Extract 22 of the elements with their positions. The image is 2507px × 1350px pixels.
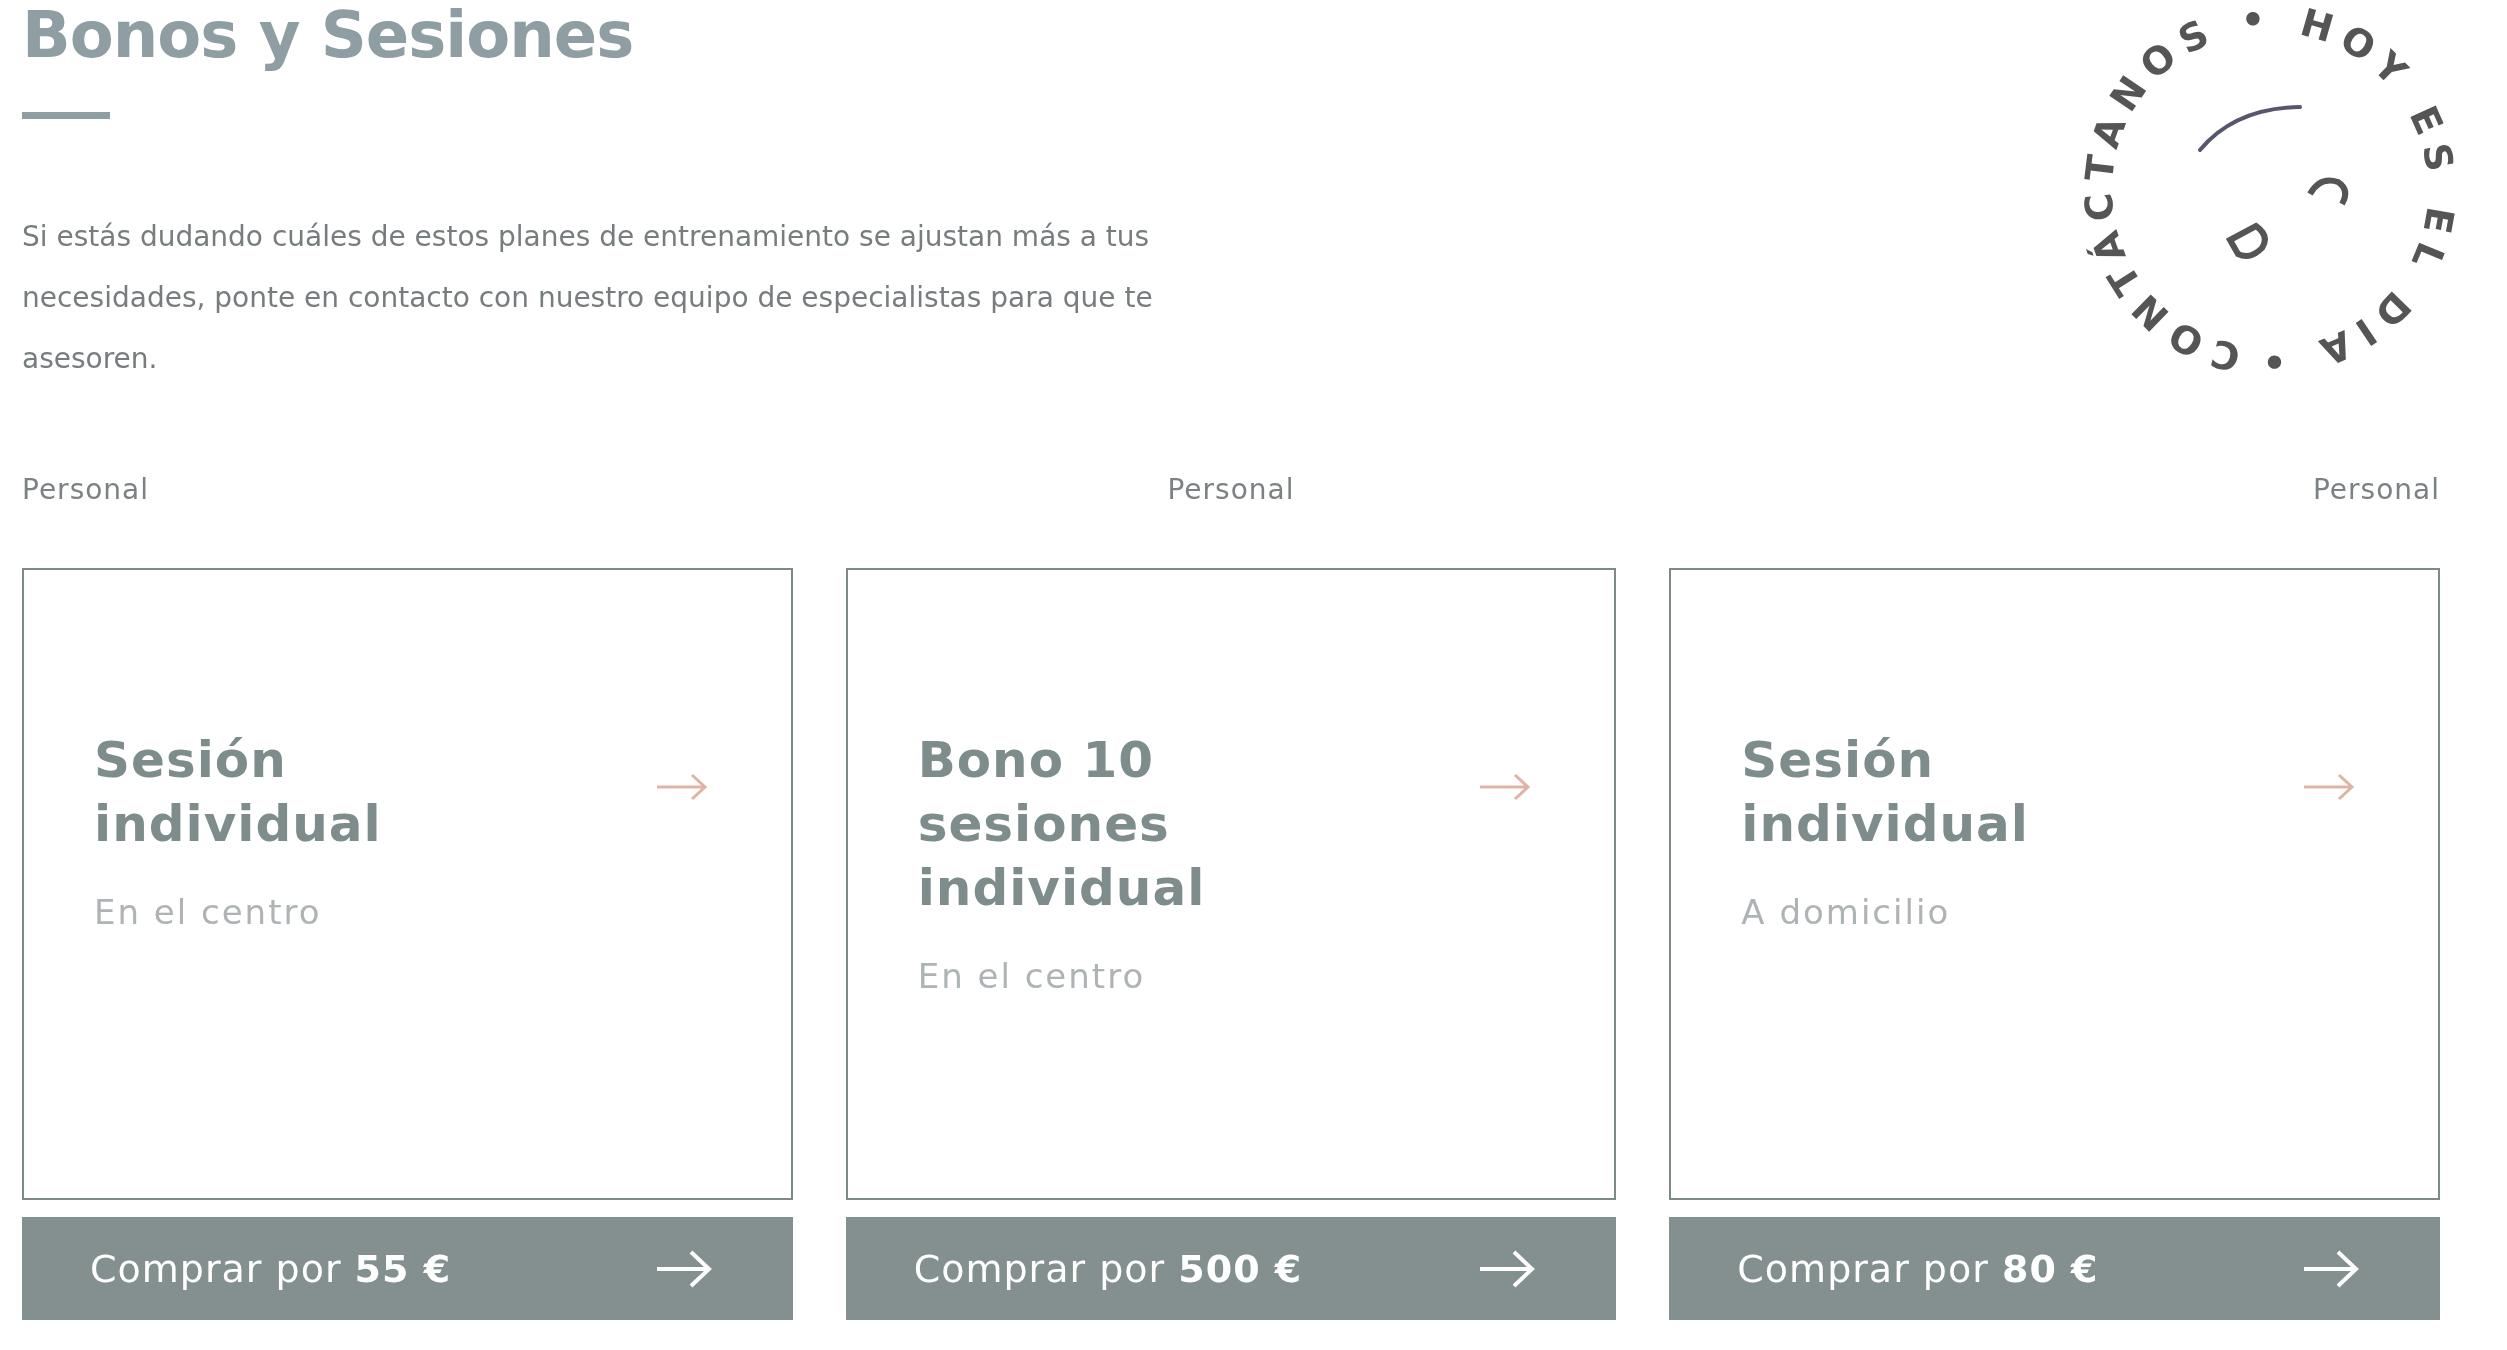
buy-button[interactable]: Comprar por 80 € [1669,1217,2440,1320]
plan-title: Bono 10 sesiones individual [917,730,1207,919]
plan-title: Sesión individual [94,730,383,855]
plan-card[interactable]: Bono 10 sesiones individual En el centro [845,568,1617,1200]
plan-card[interactable]: Sesión individual En el centro [22,568,793,1200]
arrow-icon [654,1248,713,1289]
plan-title: Sesión individual [1741,730,2030,855]
arrow-icon[interactable] [654,772,709,802]
arrow-icon [1478,1248,1537,1289]
plan-card[interactable]: Sesión individual A domicilio [1669,568,2440,1200]
category-label: Personal [1167,472,1295,508]
category-label: Personal [22,472,150,508]
plan-location: En el centro [917,956,1147,996]
arrow-icon[interactable] [1478,772,1533,802]
description-text: Si estás dudando cuáles de estos planes de entrenamiento se ajustan más a tus necesidades, ponte en contacto con nuestro equipo de especialistas para que te asesoren. [22,219,1154,377]
buy-button[interactable]: Comprar por 55 € [22,1217,793,1320]
category-label: Personal [2312,472,2440,508]
arrow-icon[interactable] [2302,772,2356,802]
plan-location: A domicilio [1741,892,1952,932]
buy-button[interactable]: Comprar por 500 € [845,1217,1617,1320]
plan-location: En el centro [94,892,323,932]
arrow-icon [2302,1248,2360,1289]
